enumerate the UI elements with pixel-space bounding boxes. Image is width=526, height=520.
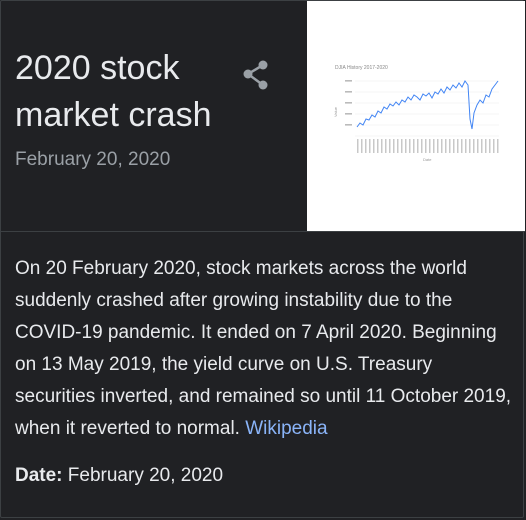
chart-thumbnail[interactable]: DJIA History 2017-2020 Value Date (307, 1, 525, 231)
fact-value: February 20, 2020 (67, 465, 224, 486)
fact-label: Date: (15, 465, 63, 486)
thumbnail-chart-image: DJIA History 2017-2020 Value Date (333, 65, 499, 162)
thumbnail-line (356, 80, 499, 130)
panel-header: 2020 stock market crash February 20, 202… (1, 1, 525, 231)
fact-row-date: Date: February 20, 2020 (15, 465, 223, 487)
thumbnail-x-ticks (357, 139, 499, 153)
thumbnail-y-label: Value (333, 106, 338, 117)
panel-title: 2020 stock market crash (15, 49, 212, 134)
description-text: On 20 February 2020, stock markets acros… (15, 258, 512, 439)
wikipedia-link[interactable]: Wikipedia (245, 418, 327, 439)
share-button[interactable] (239, 57, 275, 93)
knowledge-panel: 2020 stock market crash February 20, 202… (0, 0, 525, 518)
thumbnail-x-label: Date (423, 157, 432, 162)
share-icon (243, 60, 268, 90)
panel-description: On 20 February 2020, stock markets acros… (15, 253, 515, 445)
thumbnail-chart-title: DJIA History 2017-2020 (335, 65, 388, 71)
panel-subtitle: February 20, 2020 (15, 149, 171, 170)
section-divider (1, 231, 525, 232)
thumbnail-gridlines (355, 80, 499, 137)
thumbnail-y-ticks (345, 80, 352, 126)
